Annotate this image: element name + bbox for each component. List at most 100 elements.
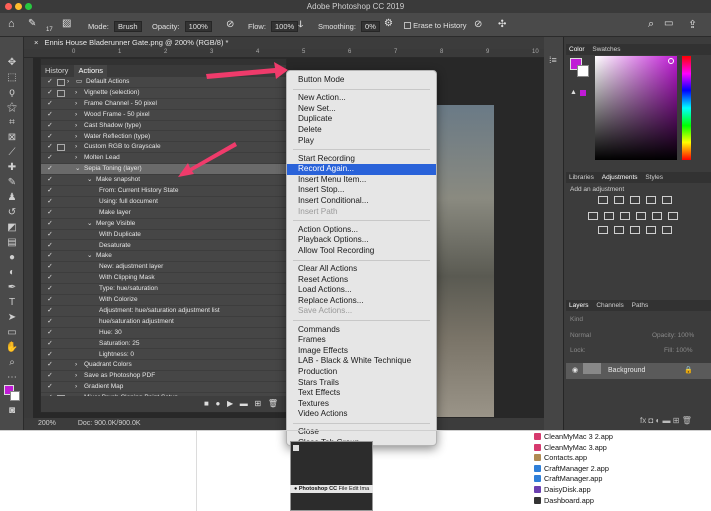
tab-channels[interactable]: Channels [593,300,626,311]
color-balance-adjustment-icon[interactable] [604,212,614,220]
finder-item[interactable]: Contacts.app [534,453,587,463]
document-image[interactable] [430,105,494,417]
collapsed-chevron-icon[interactable]: › [75,110,77,121]
frame-tool-icon[interactable]: ⊠ [5,132,19,144]
screenshot-thumbnail[interactable] [290,441,373,511]
clone-stamp-tool-icon[interactable]: ♟ [5,192,19,204]
flow-input[interactable]: 100% [271,21,299,32]
action-toggle-checkbox[interactable]: ✓ [46,99,54,110]
action-toggle-checkbox[interactable]: ✓ [46,360,54,371]
action-row[interactable]: ✓ With Colorize [41,295,286,306]
path-selection-tool-icon[interactable]: ➤ [5,312,19,324]
action-toggle-checkbox[interactable]: ✓ [46,186,54,197]
tab-color[interactable]: Color [566,44,588,55]
move-tool-icon[interactable]: ✥ [5,57,19,69]
tab-adjustments[interactable]: Adjustments [599,172,641,183]
dialog-toggle-icon[interactable] [57,144,65,152]
workspace-icon[interactable]: ▭ [664,18,673,29]
airbrush-icon[interactable]: ↆ [298,19,303,30]
action-toggle-checkbox[interactable]: ✓ [46,284,54,295]
layer-filter-kind[interactable]: Kind [570,316,583,323]
brush-preset-icon[interactable]: ✎ [28,18,36,29]
action-row[interactable]: ✓ With Duplicate [41,230,286,241]
crop-tool-icon[interactable]: ⌗ [5,117,19,129]
action-toggle-checkbox[interactable]: ✓ [46,153,54,164]
menu-item-commands[interactable]: Commands [287,325,436,336]
tab-swatches[interactable]: Swatches [589,44,623,55]
action-toggle-checkbox[interactable]: ✓ [46,251,54,262]
zoom-level[interactable]: 200% [38,420,56,427]
properties-icon[interactable]: ⁞≡ [549,55,557,65]
action-row[interactable]: ✓ ⌄ Make [41,251,286,263]
eraser-tool-icon[interactable]: ◩ [5,222,19,234]
menu-item-delete[interactable]: Delete [287,125,436,136]
action-toggle-checkbox[interactable]: ✓ [46,328,54,339]
menu-item-insert-conditional[interactable]: Insert Conditional... [287,196,436,207]
tab-paths[interactable]: Paths [629,300,652,311]
collapsed-chevron-icon[interactable]: › [75,371,77,382]
collapsed-chevron-icon[interactable]: › [75,99,77,110]
zoom-window-button[interactable] [25,3,32,10]
action-row[interactable]: ✓ Saturation: 25 [41,339,286,350]
channel-mixer-adjustment-icon[interactable] [652,212,662,220]
type-tool-icon[interactable]: T [5,297,19,309]
symmetry-icon[interactable]: ✣ [498,19,506,30]
magic-wand-tool-icon[interactable]: ⚝ [5,102,19,114]
dialog-toggle-icon[interactable] [57,79,65,86]
zoom-tool-icon[interactable]: ⌕ [5,357,19,369]
menu-item-production[interactable]: Production [287,367,436,378]
search-icon[interactable]: ⌕ [648,18,654,31]
close-window-button[interactable] [5,3,12,10]
action-toggle-checkbox[interactable]: ✓ [46,208,54,219]
menu-item-clear-all-actions[interactable]: Clear All Actions [287,264,436,275]
exposure-adjustment-icon[interactable] [646,196,656,204]
eyedropper-tool-icon[interactable]: ⟋ [5,147,19,159]
action-row[interactable]: ✓ Lightness: 0 [41,350,286,361]
action-toggle-checkbox[interactable]: ✓ [46,219,54,230]
marquee-tool-icon[interactable]: ⬚ [5,72,19,84]
action-toggle-checkbox[interactable]: ✓ [46,306,54,317]
lasso-tool-icon[interactable]: ϙ [5,87,19,99]
black-white-adjustment-icon[interactable] [620,212,630,220]
menu-item-video-actions[interactable]: Video Actions [287,409,436,420]
document-tab[interactable]: × Ennis House Bladerunner Gate.png @ 200… [24,37,544,49]
action-toggle-checkbox[interactable]: ✓ [46,382,54,393]
menu-item-action-options[interactable]: Action Options... [287,225,436,236]
action-row[interactable]: ✓ Using: full document [41,197,286,208]
rectangle-tool-icon[interactable]: ▭ [5,327,19,339]
minimize-window-button[interactable] [15,3,22,10]
collapsed-chevron-icon[interactable]: › [67,77,69,88]
selective-color-adjustment-icon[interactable] [662,226,672,234]
action-toggle-checkbox[interactable]: ✓ [46,110,54,121]
collapsed-chevron-icon[interactable]: › [75,153,77,164]
action-toggle-checkbox[interactable]: ✓ [46,197,54,208]
action-row[interactable]: ✓ With Clipping Mask [41,273,286,285]
action-row[interactable]: ✓ Hue: 30 [41,328,286,339]
finder-item[interactable]: DaisyDisk.app [534,485,591,495]
color-lookup-adjustment-icon[interactable] [668,212,678,220]
action-row[interactable]: ✓ › Quadrant Colors [41,360,286,372]
color-panel-background-swatch[interactable] [577,65,589,77]
action-toggle-checkbox[interactable]: ✓ [46,230,54,241]
invert-adjustment-icon[interactable] [598,226,608,234]
quick-mask-icon[interactable]: ◙ [5,405,19,417]
record-icon[interactable]: ● [215,399,220,408]
pen-tool-icon[interactable]: ✒ [5,282,19,294]
collapsed-chevron-icon[interactable]: › [75,360,77,371]
action-toggle-checkbox[interactable]: ✓ [46,88,54,99]
blend-mode-select[interactable]: Normal [570,332,591,339]
menu-item-playback-options[interactable]: Playback Options... [287,235,436,246]
menu-item-new-set[interactable]: New Set... [287,104,436,115]
action-toggle-checkbox[interactable]: ✓ [46,317,54,328]
vibrance-adjustment-icon[interactable] [662,196,672,204]
menu-item-stars-trails[interactable]: Stars Trails [287,378,436,389]
action-row[interactable]: ✓ › Save as Photoshop PDF [41,371,286,383]
action-toggle-checkbox[interactable]: ✓ [46,350,54,361]
smoothing-options-gear-icon[interactable]: ⚙ [384,18,393,29]
expanded-chevron-icon[interactable]: ⌄ [87,175,92,186]
action-toggle-checkbox[interactable]: ✓ [46,241,54,252]
finder-item[interactable]: Dashboard.app [534,496,594,506]
home-icon[interactable]: ⌂ [8,18,15,30]
expanded-chevron-icon[interactable]: ⌄ [87,219,92,230]
action-toggle-checkbox[interactable]: ✓ [46,295,54,306]
